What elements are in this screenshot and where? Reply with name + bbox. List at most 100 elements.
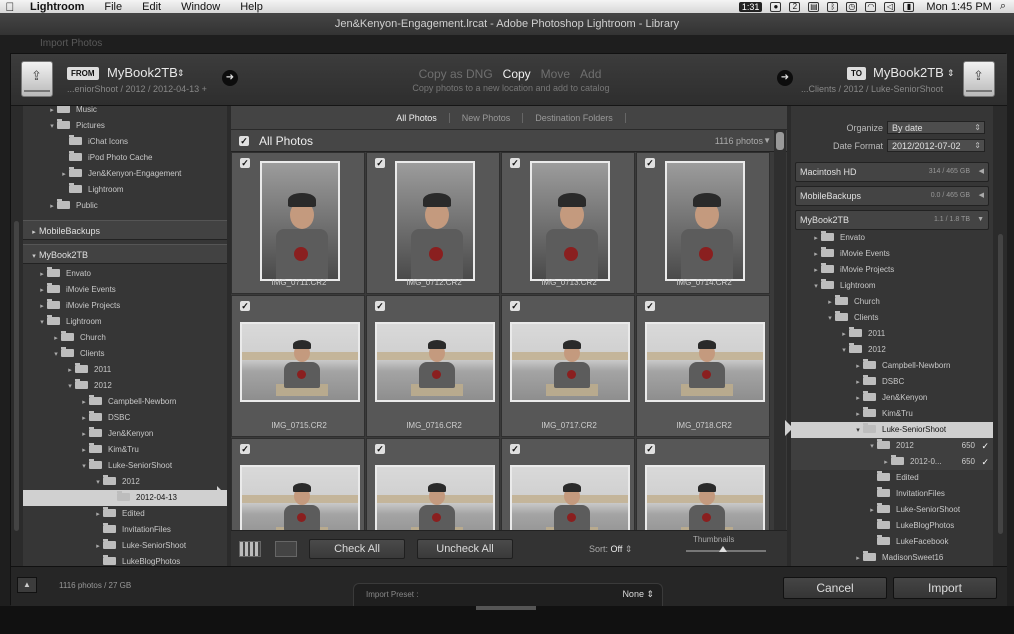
photo-thumbnail[interactable] (260, 161, 340, 281)
photo-thumbnail[interactable] (645, 322, 765, 402)
cancel-button[interactable]: Cancel (783, 577, 887, 599)
source-folder-2011[interactable]: ▸ 2011 (23, 362, 227, 378)
disclosure-triangle-icon[interactable]: ▾ (29, 247, 39, 267)
disclosure-triangle-icon[interactable]: ◀ (979, 187, 984, 205)
grid-scrollbar[interactable] (774, 130, 786, 530)
status-icon-1[interactable]: ● (770, 1, 782, 12)
source-folder-dsbc[interactable]: ▸ DSBC (23, 410, 227, 426)
destination-folder-2012[interactable]: ▾ 2012 (791, 342, 993, 358)
disclosure-triangle-icon[interactable]: ▾ (825, 311, 835, 327)
source-folder-invitationfiles[interactable]: InvitationFiles (23, 522, 227, 538)
destination-folder-imovie-projects[interactable]: ▸ iMovie Projects (791, 262, 993, 278)
disclosure-triangle-icon[interactable]: ▾ (51, 347, 61, 363)
menu-file[interactable]: File (94, 1, 132, 13)
source-folder-jen-kenyon[interactable]: ▸ Jen&Kenyon (23, 426, 227, 442)
source-folder-kim-tru[interactable]: ▸ Kim&Tru (23, 442, 227, 458)
disclosure-triangle-icon[interactable]: ▸ (93, 539, 103, 555)
destination-volume-mybook2tb[interactable]: MyBook2TB 1.1 / 1.8 TB ▼ (795, 210, 989, 230)
photo-thumbnail[interactable] (240, 465, 360, 530)
source-name[interactable]: MyBook2TB (107, 65, 178, 80)
tab-new-photos[interactable]: New Photos (458, 113, 515, 123)
menu-edit[interactable]: Edit (132, 1, 171, 13)
source-folder-imovie-projects[interactable]: ▸ iMovie Projects (23, 298, 227, 314)
disclosure-triangle-icon[interactable]: ▾ (853, 423, 863, 439)
destination-scrollbar[interactable] (995, 106, 1007, 566)
header-menu-icon[interactable]: ▼ (763, 136, 771, 145)
disclosure-triangle-icon[interactable]: ▸ (51, 331, 61, 347)
destination-folder-2012-0[interactable]: ▸ 2012-0... 650 ✓ (791, 454, 993, 470)
disclosure-triangle-icon[interactable]: ▸ (853, 407, 863, 423)
disclosure-triangle-icon[interactable]: ▾ (47, 119, 57, 135)
disclosure-triangle-icon[interactable]: ▸ (79, 427, 89, 443)
disclosure-triangle-icon[interactable]: ▾ (839, 343, 849, 359)
source-folder-luke-seniorshoot[interactable]: ▾ Luke-SeniorShoot (23, 458, 227, 474)
destination-folder-kim-tru[interactable]: ▸ Kim&Tru (791, 406, 993, 422)
grid-view-icon[interactable] (239, 541, 261, 557)
disclosure-triangle-icon[interactable]: ▾ (37, 315, 47, 331)
collapse-icon[interactable]: ▲ (17, 577, 37, 593)
disclosure-triangle-icon[interactable]: ▸ (867, 503, 877, 519)
photo-cell[interactable]: ✓ IMG_0717.CR2 (501, 295, 635, 437)
source-folder-edited[interactable]: ▸ Edited (23, 506, 227, 522)
photo-checkbox[interactable]: ✓ (645, 158, 655, 168)
disclosure-triangle-icon[interactable]: ▸ (811, 247, 821, 263)
disclosure-triangle-icon[interactable]: ▸ (37, 299, 47, 315)
photo-cell[interactable]: ✓ (231, 438, 365, 530)
source-folder-2012-04-13[interactable]: 2012-04-13 (23, 490, 227, 506)
disclosure-triangle-icon[interactable]: ▸ (853, 359, 863, 375)
disclosure-triangle-icon[interactable]: ▸ (853, 375, 863, 391)
photo-thumbnail[interactable] (665, 161, 745, 281)
time-machine-icon[interactable]: ◷ (846, 1, 858, 12)
source-folder-church[interactable]: ▸ Church (23, 330, 227, 346)
disclosure-triangle-icon[interactable]: ▸ (825, 295, 835, 311)
tab-all-photos[interactable]: All Photos (392, 113, 441, 123)
photo-thumbnail[interactable] (530, 161, 610, 281)
organize-select[interactable]: By date (887, 121, 985, 134)
disclosure-triangle-icon[interactable]: ▾ (65, 379, 75, 395)
photo-cell[interactable]: ✓ IMG_0711.CR2 (231, 152, 365, 294)
destination-folder-edited[interactable]: Edited (791, 470, 993, 486)
source-folder-campbell-newborn[interactable]: ▸ Campbell-Newborn (23, 394, 227, 410)
apple-menu-icon[interactable]:  (0, 0, 20, 13)
source-folder-jen-kenyon-engagement[interactable]: ▸ Jen&Kenyon-Engagement (23, 166, 227, 182)
photo-thumbnail[interactable] (645, 465, 765, 530)
destination-folder-imovie-events[interactable]: ▸ iMovie Events (791, 246, 993, 262)
destination-folder-luke-seniorshoot[interactable]: ▾ Luke-SeniorShoot (791, 422, 993, 438)
disclosure-triangle-icon[interactable]: ▾ (811, 279, 821, 295)
thumbnail-size-slider[interactable] (686, 546, 766, 552)
destination-drive-icon[interactable]: ⇪ (963, 61, 995, 97)
spotlight-icon[interactable]: ⌕ (1000, 0, 1006, 13)
photo-cell[interactable]: ✓ (366, 438, 500, 530)
disclosure-triangle-icon[interactable]: ▸ (853, 391, 863, 407)
destination-folder-church[interactable]: ▸ Church (791, 294, 993, 310)
menu-window[interactable]: Window (171, 1, 230, 13)
source-folder-public[interactable]: ▸ Public (23, 198, 227, 214)
source-folder-2012[interactable]: ▾ 2012 (23, 474, 227, 490)
status-icon-2[interactable]: 2 (789, 1, 801, 12)
photo-checkbox[interactable]: ✓ (240, 158, 250, 168)
source-folder-clients[interactable]: ▾ Clients (23, 346, 227, 362)
tab-destination-folders[interactable]: Destination Folders (531, 113, 617, 123)
disclosure-triangle-icon[interactable]: ▸ (79, 395, 89, 411)
photo-cell[interactable]: ✓ (501, 438, 635, 530)
source-arrow-icon[interactable]: ➜ (222, 70, 238, 86)
loupe-view-icon[interactable] (275, 541, 297, 557)
disclosure-triangle-icon[interactable]: ▸ (93, 507, 103, 523)
disclosure-triangle-icon[interactable]: ▸ (65, 363, 75, 379)
menu-help[interactable]: Help (230, 1, 273, 13)
destination-arrow-icon[interactable]: ➜ (777, 70, 793, 86)
photo-checkbox[interactable]: ✓ (510, 444, 520, 454)
photo-checkbox[interactable]: ✓ (510, 301, 520, 311)
destination-folder-lightroom[interactable]: ▾ Lightroom (791, 278, 993, 294)
destination-folder-2012[interactable]: ▾ 2012 650 ✓ (791, 438, 993, 454)
mode-move[interactable]: Move (541, 67, 570, 81)
disclosure-triangle-icon[interactable]: ▾ (867, 439, 877, 455)
photo-checkbox[interactable]: ✓ (240, 444, 250, 454)
disclosure-triangle-icon[interactable]: ▸ (79, 443, 89, 459)
source-dropdown-icon[interactable]: ⇕ (177, 68, 185, 79)
photo-checkbox[interactable]: ✓ (240, 301, 250, 311)
disclosure-triangle-icon[interactable]: ▾ (93, 475, 103, 491)
import-preset-bar[interactable]: Import Preset : None ⇕ (353, 583, 663, 607)
source-drive-icon[interactable]: ⇪ (21, 61, 53, 97)
disclosure-triangle-icon[interactable]: ▸ (59, 167, 69, 183)
